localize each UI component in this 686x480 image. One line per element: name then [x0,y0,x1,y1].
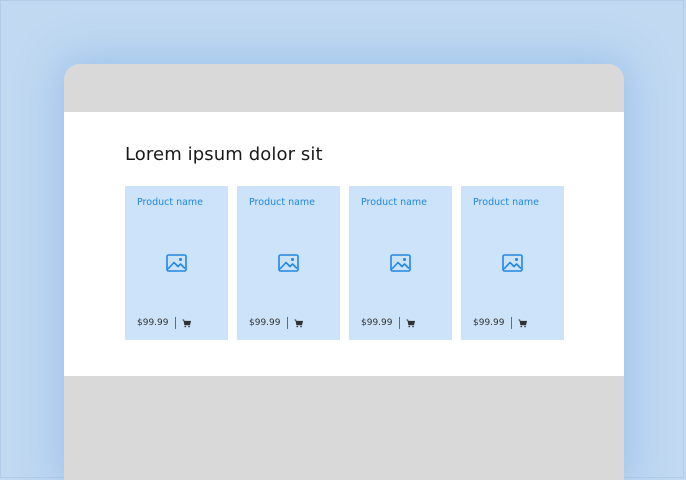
product-price: $99.99 [137,318,169,328]
browser-window: Lorem ipsum dolor sit Product name $99.9… [64,64,624,480]
product-name[interactable]: Product name [249,197,315,208]
product-name[interactable]: Product name [137,197,203,208]
product-footer: $99.99 [249,316,303,330]
main-content: Lorem ipsum dolor sit Product name $99.9… [64,112,624,376]
product-footer: $99.99 [473,316,527,330]
image-placeholder-icon [502,254,523,272]
footer-divider [174,317,176,329]
image-placeholder-icon [166,254,187,272]
product-card[interactable]: Product name $99.99 [125,186,228,340]
product-card[interactable]: Product name $99.99 [237,186,340,340]
browser-header [64,64,624,112]
cart-icon[interactable] [405,318,415,328]
product-footer: $99.99 [137,316,191,330]
product-name[interactable]: Product name [473,197,539,208]
product-price: $99.99 [361,318,393,328]
footer-divider [286,317,288,329]
product-card[interactable]: Product name $99.99 [349,186,452,340]
page-title: Lorem ipsum dolor sit [125,144,323,165]
image-placeholder-icon [390,254,411,272]
cart-icon[interactable] [181,318,191,328]
product-name[interactable]: Product name [361,197,427,208]
product-list: Product name $99.99 Product name $99.99 … [125,186,564,340]
cart-icon[interactable] [293,318,303,328]
product-price: $99.99 [249,318,281,328]
product-price: $99.99 [473,318,505,328]
image-placeholder-icon [278,254,299,272]
footer-divider [510,317,512,329]
footer-divider [398,317,400,329]
product-footer: $99.99 [361,316,415,330]
cart-icon[interactable] [517,318,527,328]
product-card[interactable]: Product name $99.99 [461,186,564,340]
